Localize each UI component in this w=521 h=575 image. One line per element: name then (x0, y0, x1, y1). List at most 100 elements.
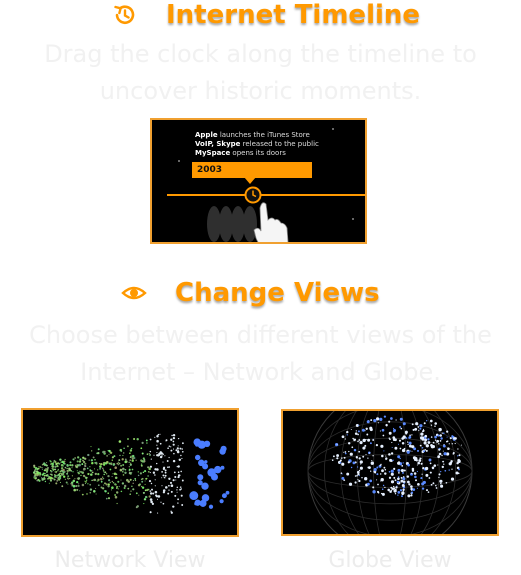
globe-node (372, 455, 374, 457)
network-hub-node (197, 440, 206, 449)
globe-node (397, 468, 401, 472)
network-node (88, 459, 90, 461)
network-node (38, 465, 40, 468)
globe-node (428, 477, 431, 479)
network-node (105, 497, 108, 500)
network-node (103, 452, 106, 454)
network-node (154, 479, 156, 481)
network-node (172, 459, 176, 463)
globe-node (354, 432, 358, 435)
network-node (117, 480, 120, 483)
network-node (165, 440, 167, 442)
globe-node (420, 477, 423, 480)
network-node (117, 461, 120, 463)
globe-node (400, 427, 403, 430)
network-node (56, 480, 59, 482)
globe-node (392, 459, 394, 461)
globe-node (358, 424, 360, 426)
network-node (85, 479, 88, 481)
network-node (123, 447, 125, 449)
network-node (159, 455, 163, 459)
network-node (149, 450, 152, 453)
globe-node (427, 491, 430, 493)
network-node (54, 465, 57, 468)
network-node (51, 462, 53, 465)
globe-node (395, 419, 397, 421)
network-node (60, 464, 64, 467)
globe-node (358, 450, 361, 453)
network-hub-node (201, 494, 210, 502)
network-node (97, 484, 100, 487)
network-node (48, 482, 50, 484)
network-node (59, 458, 62, 461)
globe-node (388, 471, 391, 473)
globe-view-preview[interactable] (281, 409, 499, 536)
timeline-year-label: 2003 (192, 162, 312, 178)
network-node (108, 462, 111, 465)
eye-icon (121, 286, 147, 300)
network-node (145, 477, 148, 480)
network-node (37, 468, 39, 470)
globe-node (388, 453, 391, 456)
network-node (43, 463, 47, 467)
globe-node (423, 422, 426, 425)
network-node (181, 504, 184, 506)
network-node (62, 468, 65, 472)
network-node (120, 450, 123, 452)
network-node (91, 470, 93, 472)
network-node (135, 459, 137, 461)
network-node (172, 479, 175, 482)
globe-node (407, 443, 409, 446)
network-node (112, 473, 114, 475)
globe-node (397, 494, 399, 496)
network-node (122, 452, 125, 454)
globe-node (390, 472, 394, 476)
network-node (165, 486, 168, 489)
globe-node (402, 422, 406, 426)
globe-node (357, 440, 359, 443)
network-node (149, 454, 151, 456)
network-node (172, 436, 176, 440)
globe-node (434, 435, 437, 439)
network-node (39, 466, 42, 468)
network-node (34, 477, 37, 480)
network-node (99, 467, 102, 470)
globe-node (343, 456, 346, 459)
network-node (74, 478, 76, 480)
network-node (56, 474, 59, 477)
network-node (129, 493, 131, 495)
network-node (111, 476, 113, 478)
globe-node (383, 466, 386, 469)
globe-node (370, 461, 374, 465)
globe-node (450, 477, 455, 481)
network-node (53, 474, 56, 476)
network-node (177, 437, 180, 440)
globe-node (437, 455, 441, 459)
network-node (170, 449, 173, 452)
network-node (176, 450, 180, 454)
timeline-heading: Internet Timeline (112, 0, 420, 30)
globe-node (344, 438, 346, 440)
globe-node (373, 418, 377, 423)
globe-node (398, 472, 400, 474)
globe-node (437, 434, 440, 437)
globe-node (362, 455, 365, 458)
globe-node (420, 436, 424, 440)
network-node (177, 445, 179, 447)
network-node (122, 467, 124, 470)
globe-node (358, 457, 361, 460)
network-node (141, 480, 144, 483)
globe-node (416, 470, 418, 473)
network-node (150, 458, 152, 460)
network-node (145, 439, 148, 442)
globe-node (397, 443, 400, 445)
globe-node (346, 430, 349, 434)
globe-node (382, 434, 385, 437)
network-view-preview[interactable] (21, 408, 239, 537)
globe-node (392, 428, 397, 433)
network-node (74, 464, 77, 467)
globe-node (339, 461, 342, 464)
globe-node (398, 439, 402, 442)
globe-node (411, 489, 413, 491)
globe-node (425, 449, 428, 452)
